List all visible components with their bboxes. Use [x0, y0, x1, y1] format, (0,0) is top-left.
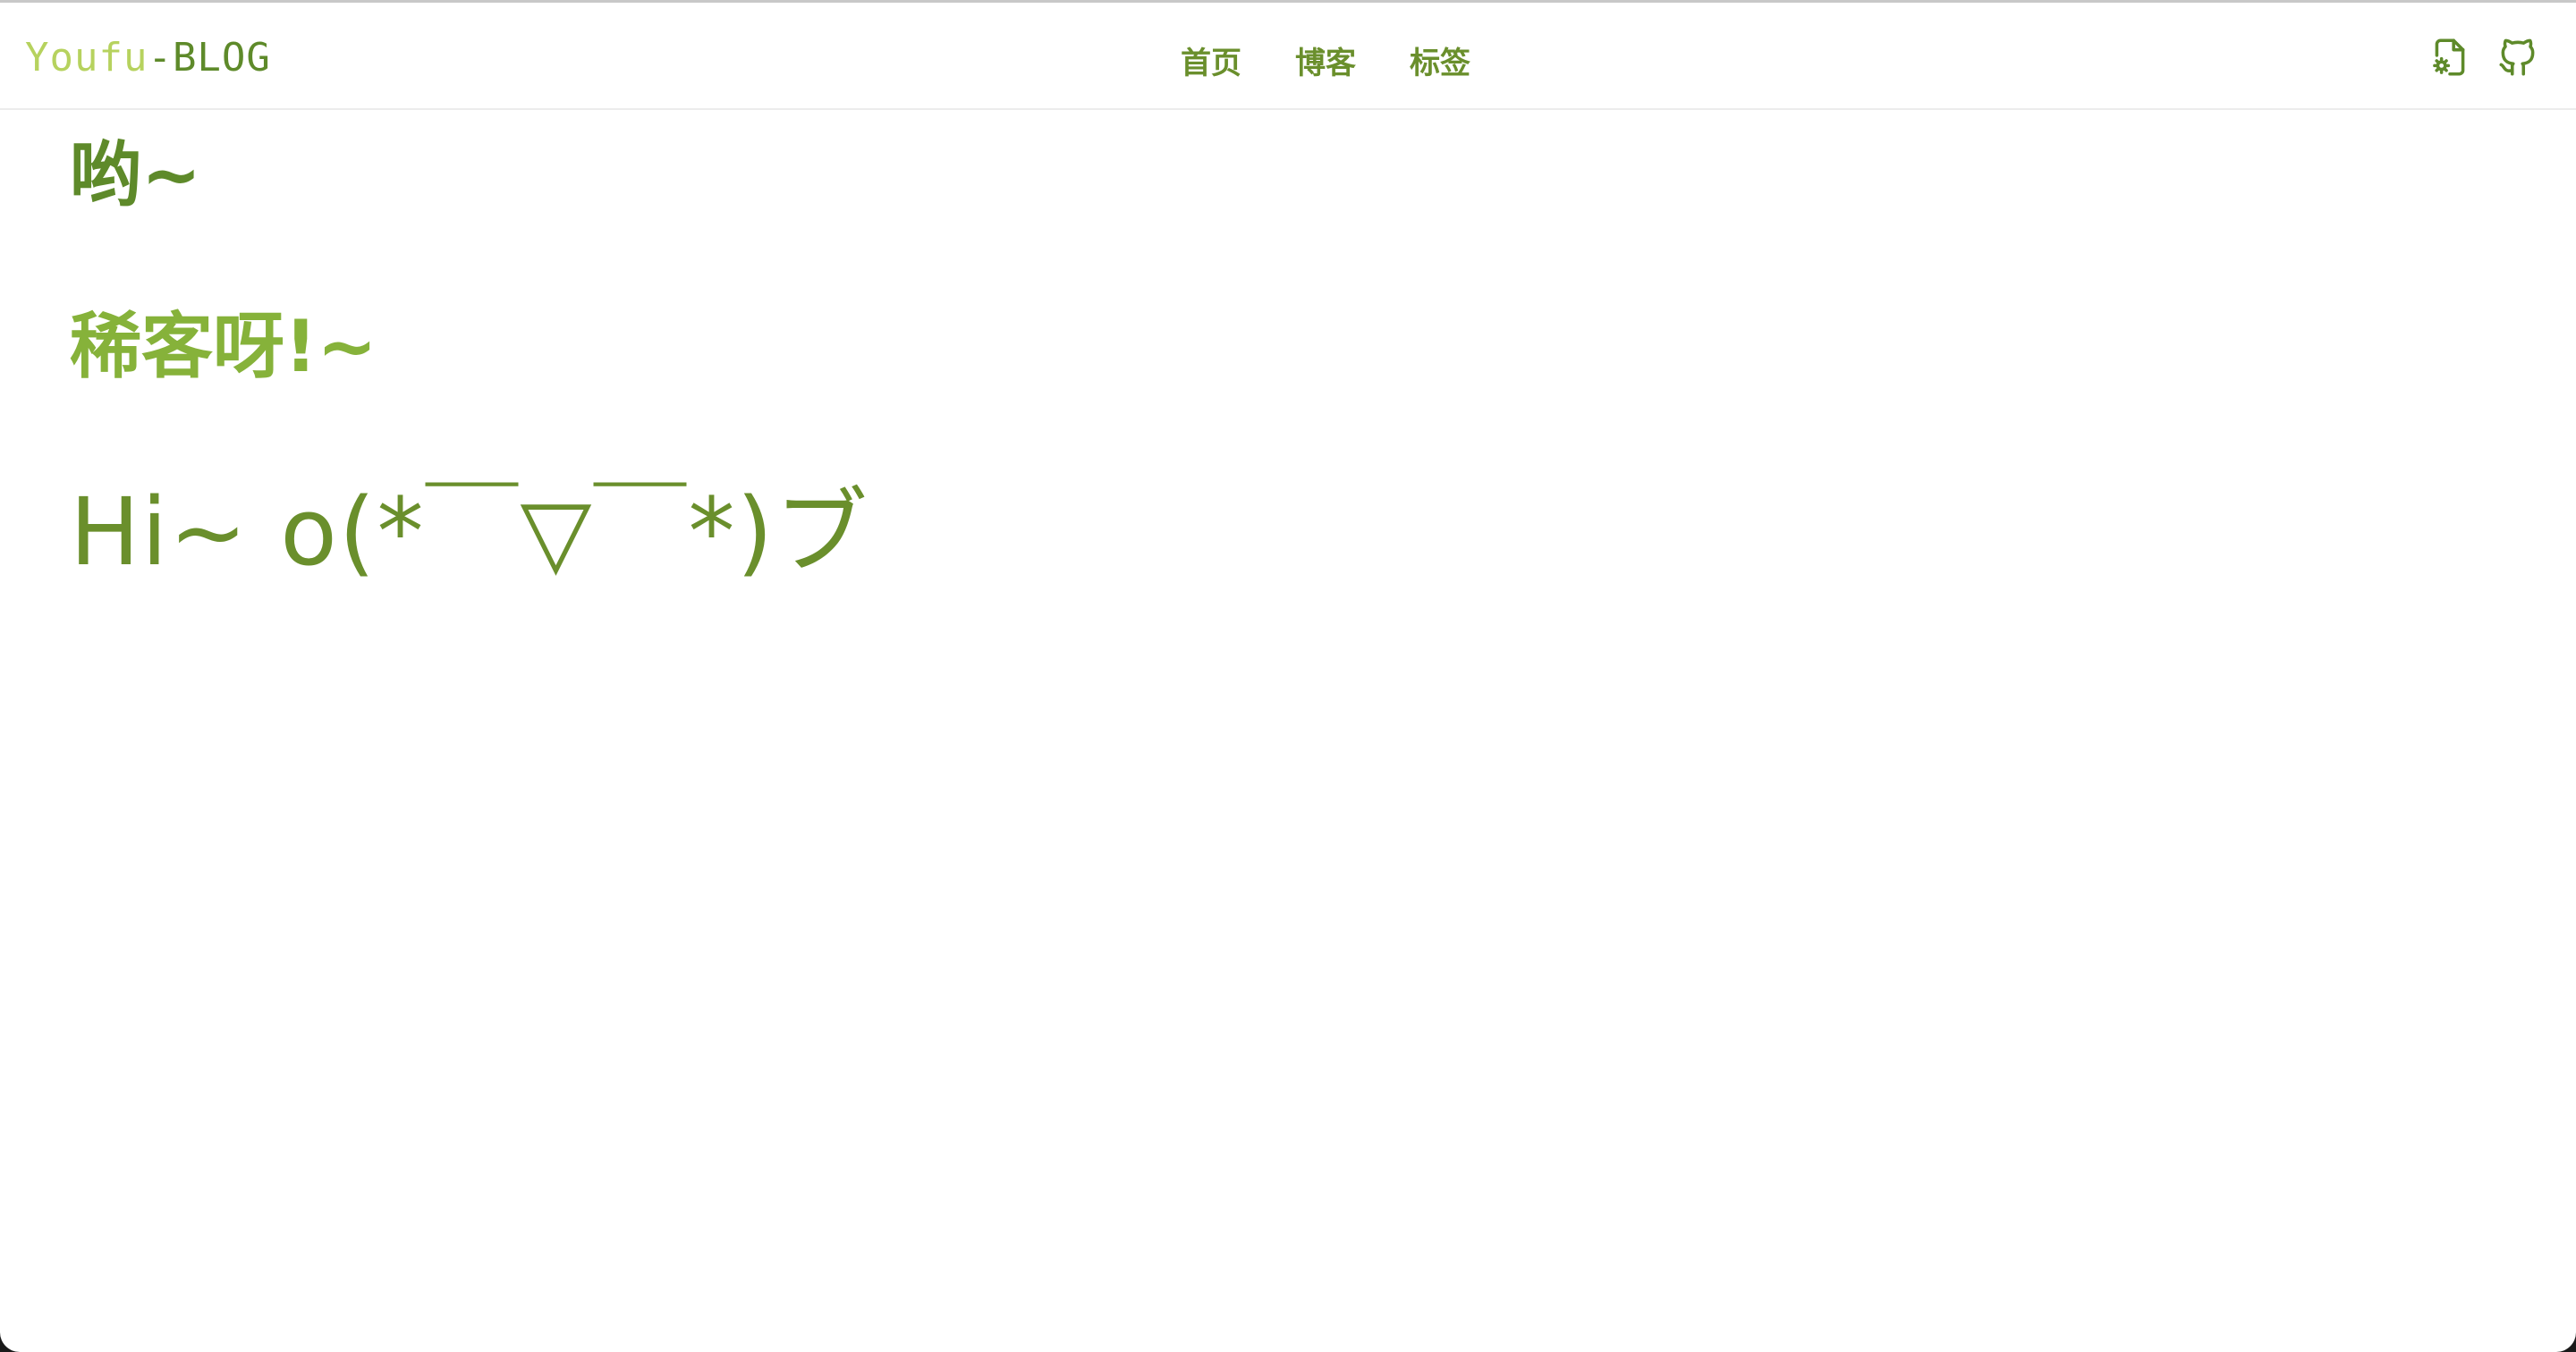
hero-content: 哟~ 稀客呀!~ Hi~ o(*￣▽￣*)ブ: [70, 126, 869, 595]
hello-emoticon-text: Hi~ o(*￣▽￣*)ブ: [70, 477, 870, 587]
navbar-icons: [2428, 35, 2540, 80]
brand-name-suffix: -BLOG: [148, 35, 271, 80]
site-logo[interactable]: Youfu-BLOG: [25, 31, 271, 85]
nav-link-tags[interactable]: 标签: [1410, 38, 1470, 82]
file-settings-icon[interactable]: [2428, 35, 2472, 80]
top-navbar: Youfu-BLOG 首页 博客 标签: [0, 3, 2576, 110]
main-nav: 首页 博客 标签: [1181, 28, 1470, 92]
subgreeting-text: 稀客呀!~: [70, 305, 377, 388]
nav-link-blog[interactable]: 博客: [1295, 38, 1356, 82]
brand-name-primary: Youfu: [25, 35, 148, 80]
browser-window: Youfu-BLOG 首页 博客 标签 哟~ 稀客呀!~ Hi~ o(*￣▽￣*…: [0, 0, 2576, 1352]
nav-link-home[interactable]: 首页: [1181, 38, 1241, 82]
github-icon[interactable]: [2496, 35, 2540, 80]
greeting-text: 哟~: [70, 133, 202, 216]
